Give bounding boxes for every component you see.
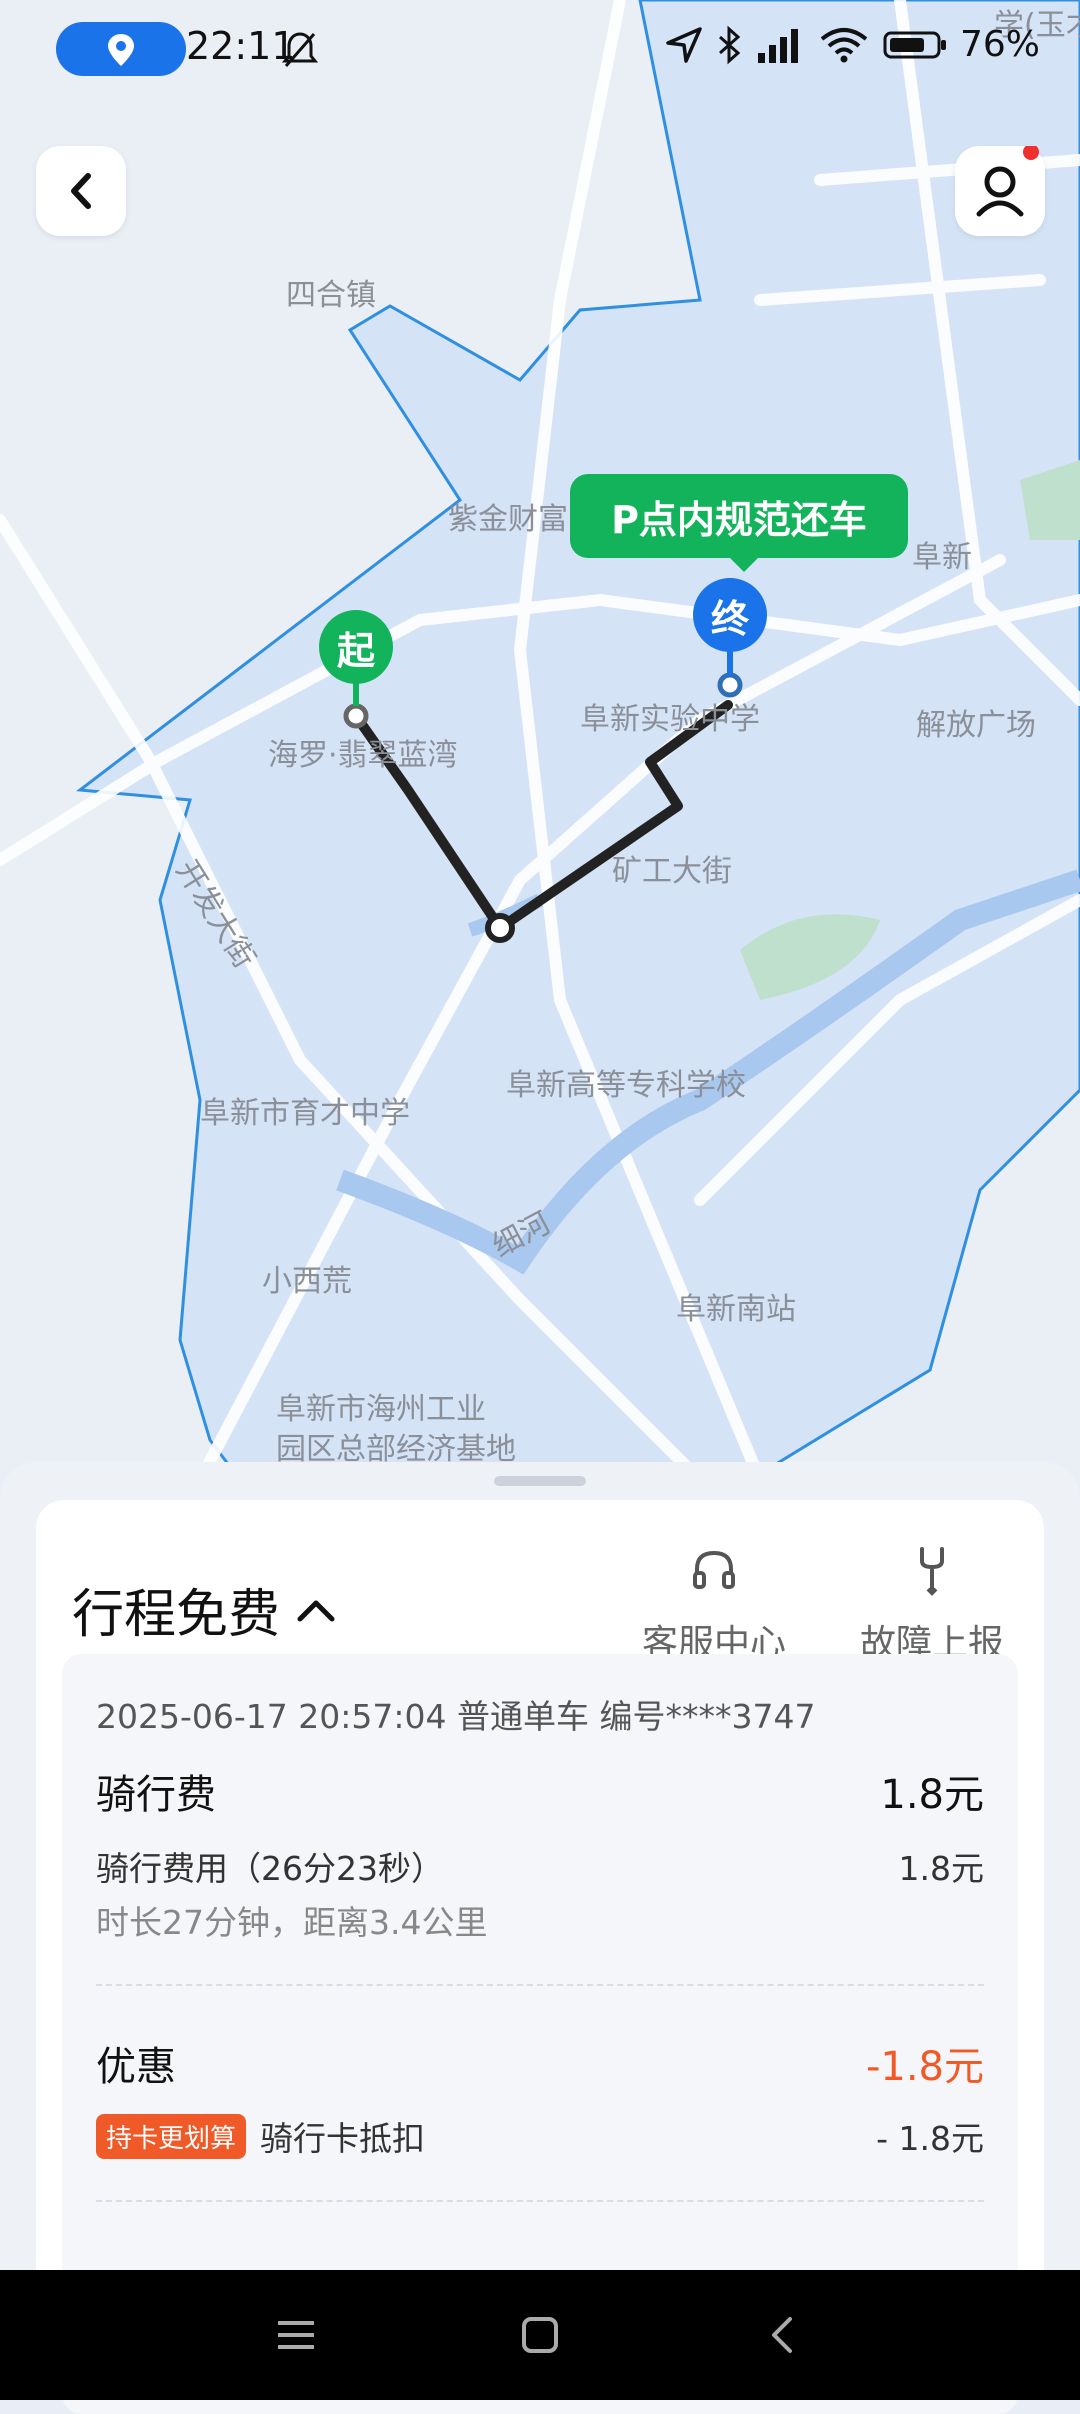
back-button[interactable] [36, 146, 126, 236]
chevron-left-icon [71, 173, 91, 209]
home-icon[interactable] [510, 2305, 570, 2365]
ride-summary: 时长27分钟，距离3.4公里 [96, 1903, 488, 1942]
status-bar: 22:11 76% [0, 0, 1080, 96]
discount-value: -1.8元 [865, 2044, 984, 2090]
ride-fee-label: 骑行费 [96, 1772, 216, 1818]
signal-icon [757, 28, 798, 63]
battery-icon [883, 31, 946, 58]
map-label: 阜新南站 [676, 1292, 796, 1327]
back-nav-icon[interactable] [754, 2305, 814, 2365]
map-label: 阜新市育才中学 [200, 1096, 410, 1131]
divider [96, 2200, 984, 2202]
map-label: 解放广场 [916, 708, 1036, 743]
trip-title-text: 行程免费 [72, 1585, 281, 1645]
map-label: 四合镇 [286, 278, 376, 313]
status-right: 76% [664, 24, 1040, 65]
trip-bottom-sheet: 行程免费 客服中心 故障上报 2025-06-17 20:57:04 普通单车 … [0, 1462, 1080, 2414]
return-hint-bubble: P点内规范还车 [570, 474, 908, 572]
notification-dot [1023, 144, 1039, 160]
location-pin-icon [108, 34, 134, 66]
map-view[interactable]: 四合镇 紫金财富 阜新 海罗·翡翠蓝湾 阜新实验中学 解放广场 开发大街 矿工大… [0, 0, 1080, 1480]
trip-card: 行程免费 客服中心 故障上报 2025-06-17 20:57:04 普通单车 … [36, 1500, 1044, 2414]
ride-cost-label: 骑行费用（26分23秒） [96, 1849, 444, 1888]
battery-percent: 76% [959, 24, 1040, 65]
map-label: 阜新 [912, 540, 972, 575]
ride-fee-value: 1.8元 [880, 1772, 984, 1818]
status-time: 22:11 [186, 24, 296, 68]
headset-icon [693, 1550, 735, 1589]
menu-icon[interactable] [266, 2305, 326, 2365]
discount-label: 优惠 [96, 2044, 176, 2090]
user-icon [976, 144, 1039, 217]
map-label: 阜新高等专科学校 [506, 1068, 746, 1103]
wrench-icon [920, 1547, 944, 1596]
ride-cost-value: 1.8元 [898, 1849, 984, 1888]
card-deduction-value: - 1.8元 [876, 2119, 984, 2158]
map-label: 阜新实验中学 [580, 702, 760, 737]
map-label: 矿工大街 [612, 854, 732, 889]
end-pin[interactable]: 终 [693, 578, 767, 652]
profile-button[interactable] [955, 144, 1045, 236]
map-label: 紫金财富 [448, 502, 568, 537]
navigation-arrow-icon [666, 26, 702, 63]
sheet-drag-handle[interactable] [494, 1476, 586, 1486]
report-fault-button[interactable]: 故障上报 [832, 1540, 1032, 1666]
bluetooth-icon [718, 25, 741, 64]
divider [96, 1984, 984, 1986]
card-deduction-label: 骑行卡抵扣 [260, 2119, 426, 2158]
bell-muted-icon [282, 32, 318, 67]
system-nav-bar [0, 2270, 1080, 2400]
wifi-icon [820, 27, 868, 62]
map-label: 海罗·翡翠蓝湾 [268, 738, 458, 773]
map-label: 阜新市海州工业 [276, 1392, 486, 1427]
start-pin[interactable]: 起 [319, 610, 393, 684]
chevron-up-icon [297, 1600, 335, 1621]
map-label: 小西荒 [262, 1264, 352, 1299]
trip-meta: 2025-06-17 20:57:04 普通单车 编号****3747 [96, 1697, 816, 1736]
trip-title[interactable]: 行程免费 [72, 1572, 338, 1647]
card-promo-badge: 持卡更划算 [96, 2113, 247, 2159]
customer-service-button[interactable]: 客服中心 [614, 1540, 814, 1666]
location-indicator [56, 22, 186, 76]
